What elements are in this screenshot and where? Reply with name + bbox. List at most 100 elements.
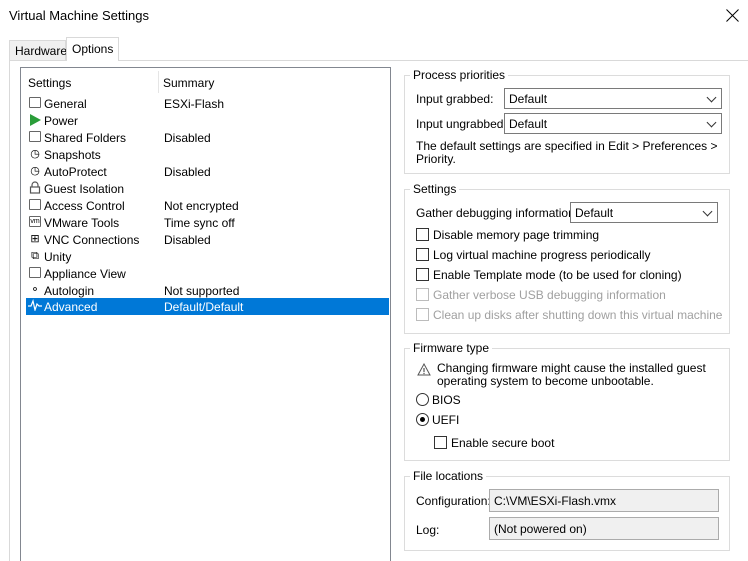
input-grabbed-select[interactable]: Default: [504, 88, 722, 109]
autologin-icon: ⚬: [30, 284, 40, 296]
checkbox-label: Enable Template mode (to be used for clo…: [433, 268, 682, 282]
settings-group: Settings Gather debugging information: D…: [404, 182, 730, 334]
list-item-access-control[interactable]: Access Control Not encrypted: [26, 197, 389, 214]
select-value: Default: [509, 117, 548, 131]
firmware-type-group: Firmware type Changing firmware might ca…: [404, 341, 730, 461]
list-item-name: Appliance View: [44, 267, 126, 281]
priority-note-line2: Priority.: [416, 152, 456, 166]
checkbox-box[interactable]: [416, 248, 429, 261]
column-header-summary[interactable]: Summary: [163, 76, 214, 90]
checkbox-label: Enable secure boot: [451, 436, 555, 450]
file-locations-group: File locations Configuration: C:\VM\ESXi…: [404, 469, 730, 551]
list-item-summary: Disabled: [164, 131, 211, 145]
select-value: Default: [575, 206, 614, 220]
access-control-icon: [29, 199, 41, 210]
list-item-name: Shared Folders: [44, 131, 127, 145]
list-item-vnc-connections[interactable]: ⊞ VNC Connections Disabled: [26, 231, 389, 248]
field-value: (Not powered on): [494, 522, 587, 536]
general-icon: [29, 97, 41, 108]
list-item-name: Autologin: [44, 284, 95, 298]
checkbox-box: [416, 288, 429, 301]
close-icon[interactable]: [726, 8, 740, 22]
list-item-power[interactable]: Power: [26, 112, 389, 129]
group-title: Firmware type: [410, 341, 493, 355]
input-ungrabbed-label: Input ungrabbed:: [416, 117, 507, 131]
unity-icon: ⧉: [31, 250, 39, 262]
list-item-guest-isolation[interactable]: Guest Isolation: [26, 180, 389, 197]
tab-hardware[interactable]: Hardware: [9, 40, 67, 60]
window-title: Virtual Machine Settings: [9, 8, 149, 23]
radio-circle[interactable]: [416, 413, 429, 426]
title-bar: Virtual Machine Settings: [0, 0, 748, 32]
list-item-name: Access Control: [44, 199, 125, 213]
list-item-name: VNC Connections: [44, 233, 140, 247]
list-item-summary: Time sync off: [164, 216, 235, 230]
column-header-settings[interactable]: Settings: [28, 76, 71, 90]
radio-selected-dot: [420, 417, 425, 422]
column-separator[interactable]: [158, 71, 159, 93]
input-ungrabbed-select[interactable]: Default: [504, 113, 722, 134]
appliance-icon: [29, 267, 41, 278]
list-item-shared-folders[interactable]: Shared Folders Disabled: [26, 129, 389, 146]
select-value: Default: [509, 92, 548, 106]
list-item-unity[interactable]: ⧉ Unity: [26, 248, 389, 265]
log-field[interactable]: (Not powered on): [489, 517, 719, 540]
list-item-summary: ESXi-Flash: [164, 97, 225, 111]
autoprotect-icon: ◷: [30, 165, 40, 177]
list-item-autoprotect[interactable]: ◷ AutoProtect Disabled: [26, 163, 389, 180]
list-item-name: VMware Tools: [44, 216, 120, 230]
chevron-down-icon: [702, 206, 713, 217]
settings-list[interactable]: Settings Summary General ESXi-Flash Powe…: [20, 67, 391, 561]
lock-icon: [28, 181, 42, 195]
debug-info-select[interactable]: Default: [570, 202, 718, 223]
configuration-label: Configuration:: [416, 494, 491, 508]
list-item-snapshots[interactable]: ◷ Snapshots: [26, 146, 389, 163]
list-item-name: Advanced: [44, 300, 98, 314]
checkbox-box[interactable]: [416, 268, 429, 281]
list-item-general[interactable]: General ESXi-Flash: [26, 95, 389, 112]
list-item-vmware-tools[interactable]: vm VMware Tools Time sync off: [26, 214, 389, 231]
power-icon: [30, 114, 41, 126]
checkbox-box[interactable]: [434, 436, 447, 449]
radio-circle[interactable]: [416, 393, 429, 406]
debug-info-label: Gather debugging information:: [416, 206, 579, 220]
radio-label: BIOS: [432, 393, 461, 407]
firmware-warning-line2: operating system to become unbootable.: [437, 374, 654, 388]
vnc-icon: ⊞: [30, 233, 40, 245]
group-title: File locations: [410, 469, 487, 483]
firmware-warning-line1: Changing firmware might cause the instal…: [437, 361, 706, 375]
chevron-down-icon: [706, 92, 717, 103]
checkbox-label: Log virtual machine progress periodicall…: [433, 248, 651, 262]
snapshots-icon: ◷: [30, 148, 40, 160]
warning-icon: [417, 362, 431, 376]
process-priorities-group: Process priorities Input grabbed: Defaul…: [404, 68, 730, 174]
field-value: C:\VM\ESXi-Flash.vmx: [494, 494, 617, 508]
list-item-name: Power: [44, 114, 79, 128]
checkbox-label: Clean up disks after shutting down this …: [433, 308, 723, 322]
vmware-tools-icon: vm: [29, 216, 41, 227]
list-item-name: General: [44, 97, 87, 111]
list-item-summary: Disabled: [164, 233, 211, 247]
list-item-summary: Disabled: [164, 165, 211, 179]
list-header: Settings Summary: [21, 68, 390, 95]
list-item-autologin[interactable]: ⚬ Autologin Not supported: [26, 282, 389, 299]
list-item-summary: Not encrypted: [164, 199, 239, 213]
priority-note-line1: The default settings are specified in Ed…: [416, 139, 718, 153]
radio-label: UEFI: [432, 413, 460, 427]
checkbox-label: Disable memory page trimming: [433, 228, 600, 242]
advanced-icon: [28, 298, 42, 313]
list-item-summary: Not supported: [164, 284, 240, 298]
checkbox-box: [416, 308, 429, 321]
chevron-down-icon: [706, 117, 717, 128]
group-title: Settings: [410, 182, 460, 196]
list-item-appliance-view[interactable]: Appliance View: [26, 265, 389, 282]
log-label: Log:: [416, 523, 440, 537]
list-item-name: Snapshots: [44, 148, 101, 162]
list-item-name: Unity: [44, 250, 72, 264]
configuration-field[interactable]: C:\VM\ESXi-Flash.vmx: [489, 489, 719, 512]
list-item-advanced[interactable]: Advanced Default/Default: [26, 298, 389, 315]
list-item-name: Guest Isolation: [44, 182, 125, 196]
tab-options[interactable]: Options: [66, 37, 119, 61]
checkbox-box[interactable]: [416, 228, 429, 241]
list-item-name: AutoProtect: [44, 165, 107, 179]
